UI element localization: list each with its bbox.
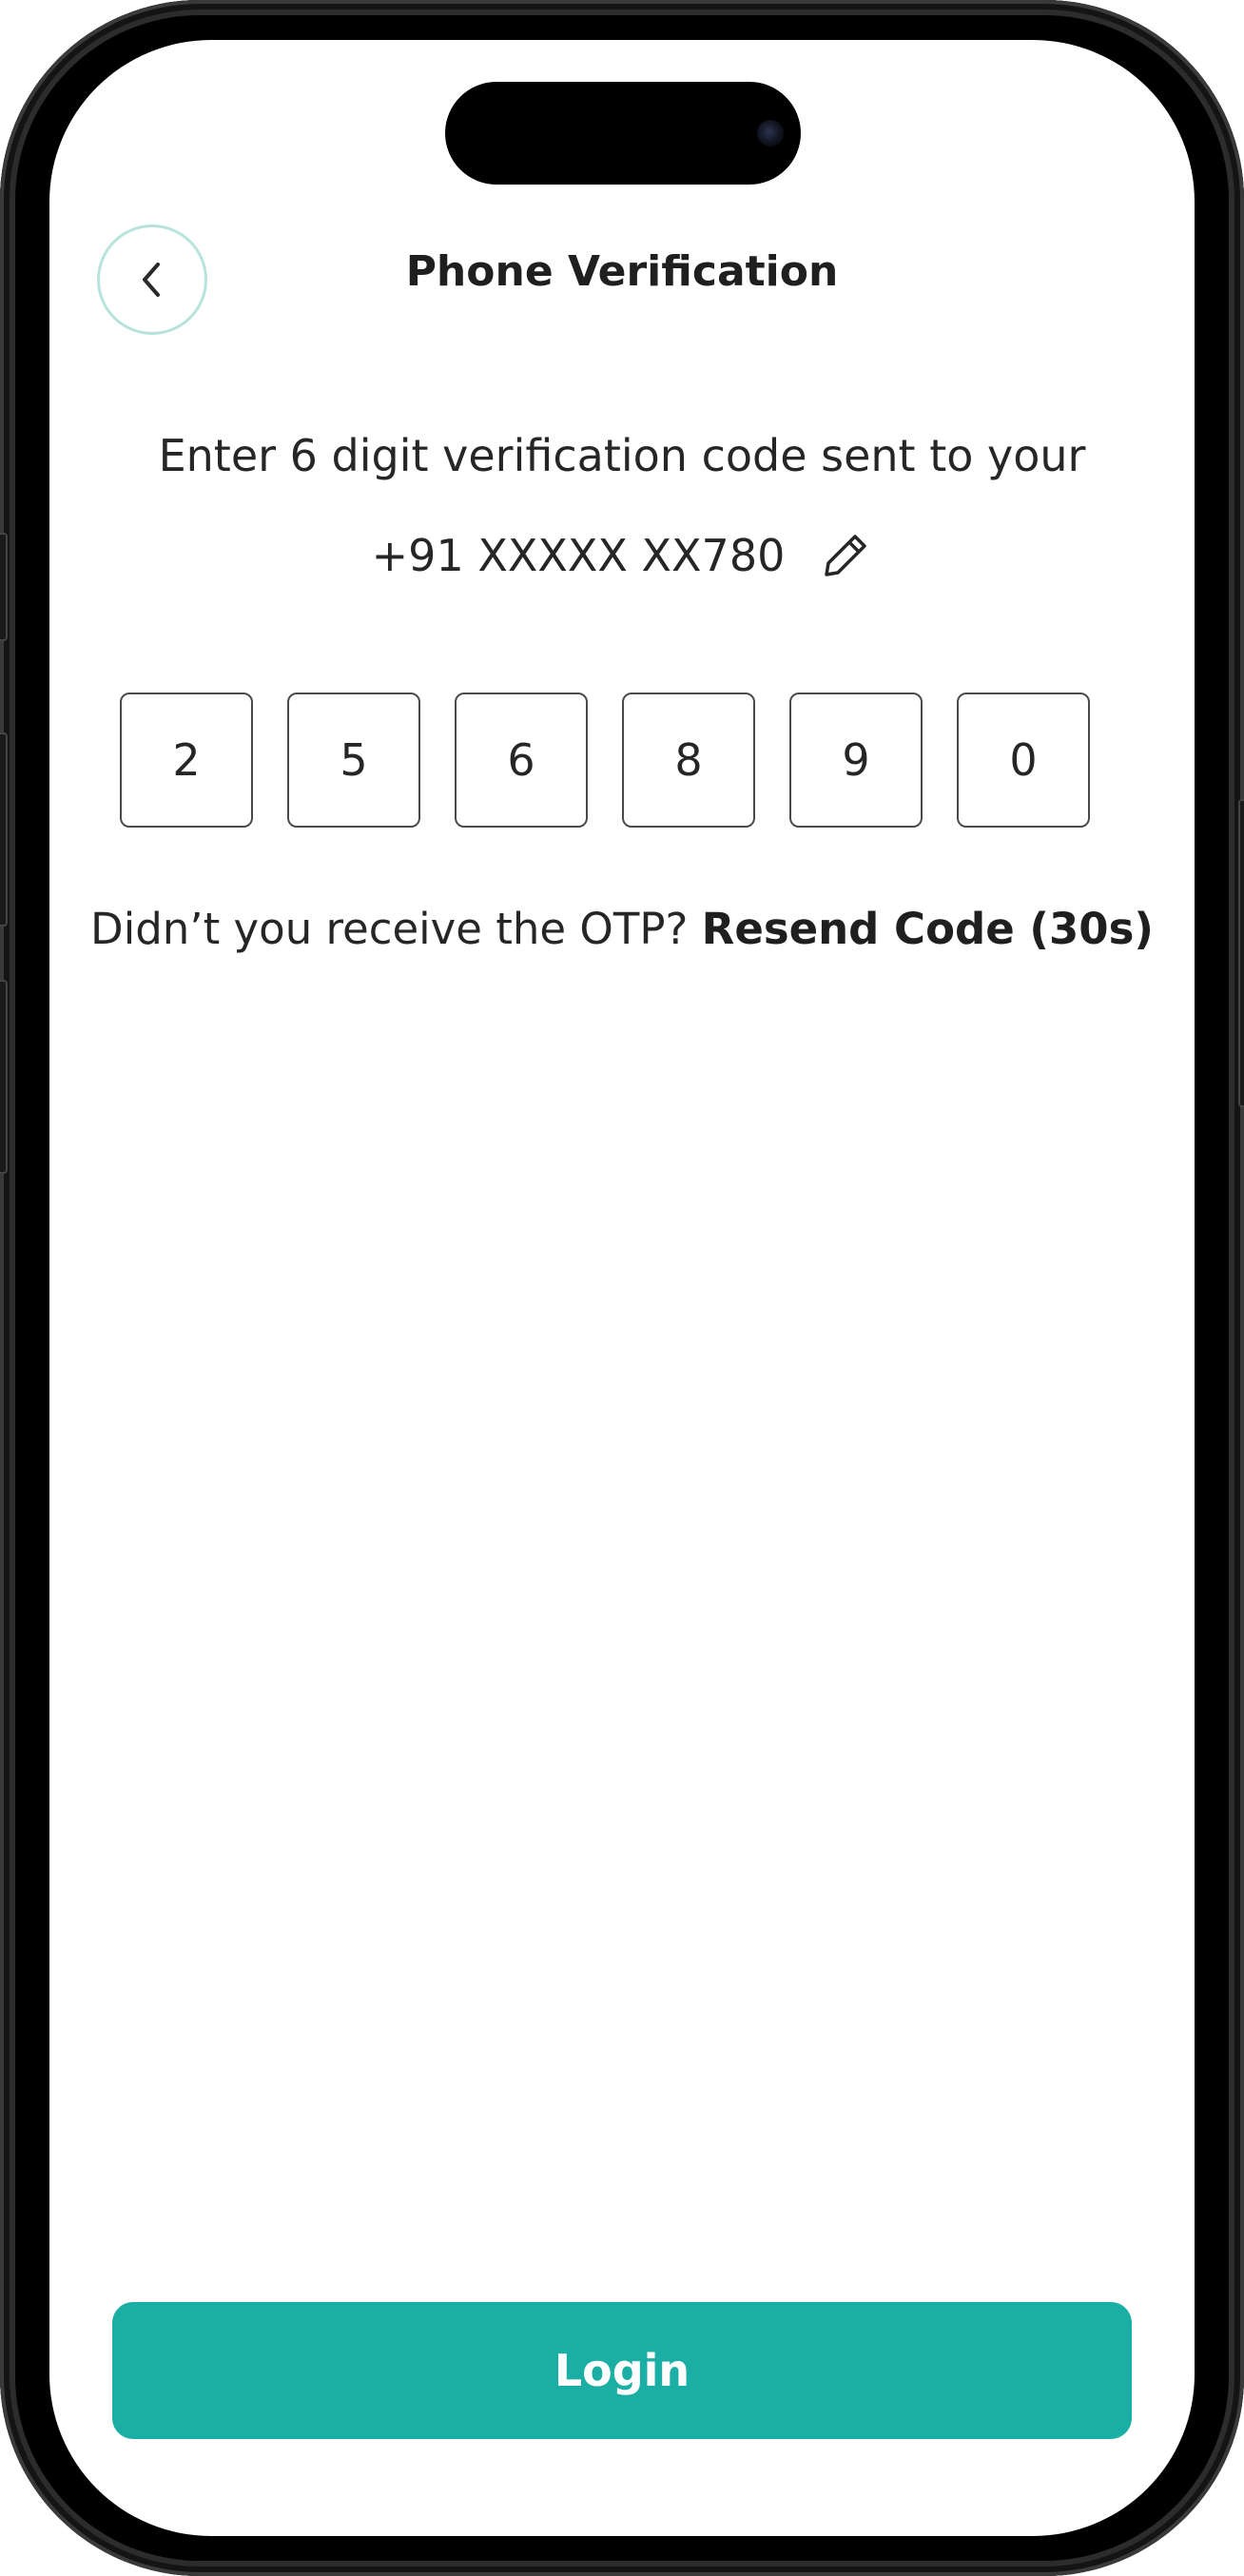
camera-icon: [757, 120, 784, 146]
phone-side-button: [1238, 799, 1244, 1107]
otp-digit-input[interactable]: 6: [455, 693, 588, 828]
otp-digit-input[interactable]: 9: [789, 693, 923, 828]
resend-code-link[interactable]: Resend Code (30s): [702, 904, 1154, 954]
login-button[interactable]: Login: [112, 2302, 1132, 2439]
pencil-icon[interactable]: [819, 529, 872, 582]
otp-digit-input[interactable]: 0: [957, 693, 1090, 828]
otp-digit-input[interactable]: 5: [287, 693, 420, 828]
page-title: Phone Verification: [405, 247, 839, 296]
otp-digit-input[interactable]: 2: [120, 693, 253, 828]
phone-number: +91 XXXXX XX780: [371, 530, 786, 581]
otp-digit-input[interactable]: 8: [622, 693, 755, 828]
dynamic-island: [445, 82, 801, 185]
resend-prompt: Didn’t you receive the OTP?: [90, 904, 702, 954]
resend-row: Didn’t you receive the OTP? Resend Code …: [49, 904, 1195, 954]
screen: Phone Verification Enter 6 digit verific…: [49, 40, 1195, 2536]
phone-frame: Phone Verification Enter 6 digit verific…: [0, 0, 1244, 2576]
phone-side-button: [0, 533, 8, 641]
otp-input-group: 2 5 6 8 9 0: [120, 693, 1090, 828]
phone-side-button: [0, 732, 8, 927]
phone-number-row: +91 XXXXX XX780: [49, 529, 1195, 582]
instruction-text: Enter 6 digit verification code sent to …: [158, 430, 1086, 481]
phone-side-button: [0, 980, 8, 1174]
